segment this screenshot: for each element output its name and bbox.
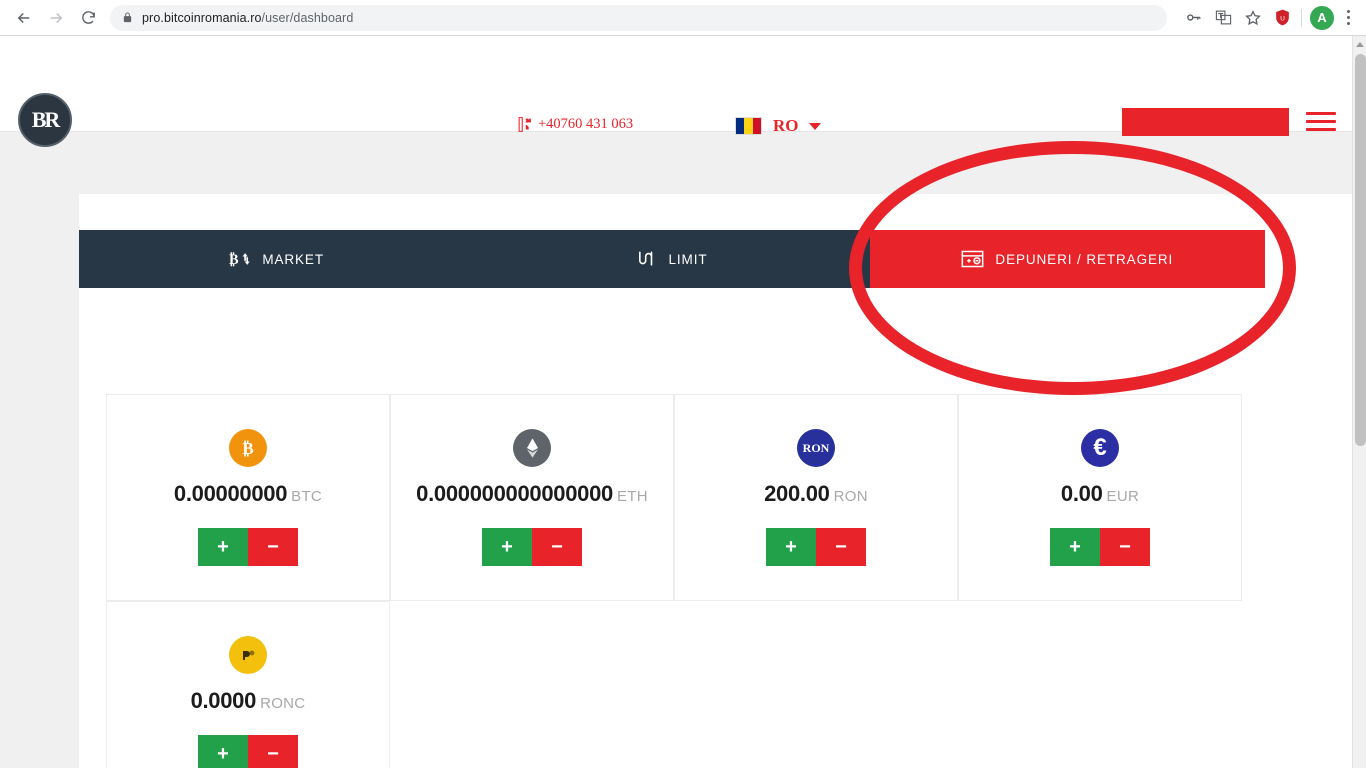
page-scrollbar[interactable]	[1352, 36, 1366, 768]
avatar[interactable]: A	[1310, 5, 1334, 30]
deposit-button-btc[interactable]: +	[198, 528, 248, 566]
withdraw-button-ron[interactable]: −	[816, 528, 866, 566]
password-key-icon[interactable]	[1179, 4, 1207, 32]
bookmark-star-icon[interactable]	[1239, 4, 1267, 32]
page-viewport: BR 24h +40760 431 063 RO Salut, ₿ MARKET	[0, 36, 1366, 768]
logo-text: BR	[31, 107, 61, 132]
back-arrow-icon[interactable]	[8, 2, 40, 34]
phone-24h-icon: 24 h	[516, 116, 531, 133]
deposit-button-ronc[interactable]: +	[198, 735, 248, 768]
reload-icon[interactable]	[72, 2, 104, 34]
lock-icon	[122, 11, 133, 24]
bitcoin-coin-icon: ₿	[229, 429, 267, 467]
ronc-coin-icon	[229, 636, 267, 674]
withdraw-button-eur[interactable]: −	[1100, 528, 1150, 566]
euro-coin-icon: €	[1081, 429, 1119, 467]
balance-actions-eth: + −	[482, 528, 582, 566]
balance-amount: 0.00000000	[173, 481, 288, 506]
language-selector[interactable]: RO	[735, 116, 821, 136]
svg-text:U: U	[1280, 15, 1285, 22]
phone-number: +40760 431 063	[538, 116, 634, 132]
svg-text:h: h	[526, 125, 529, 130]
bitcoin-romania-logo[interactable]: BR	[18, 93, 72, 147]
balance-actions-ron: + −	[766, 528, 866, 566]
balance-card-ronc: 0.0000 RONC + −	[106, 601, 390, 768]
balance-card-btc: ₿ 0.00000000 BTC + −	[106, 394, 390, 601]
scroll-up-arrow-icon[interactable]	[1353, 36, 1366, 52]
balance-card-eur: € 0.00 EUR + −	[958, 394, 1242, 601]
svg-text:₿: ₿	[242, 439, 253, 458]
balance-value-ronc: 0.0000 RONC	[191, 688, 306, 714]
url-path: /user/dashboard	[261, 10, 354, 25]
balance-actions-eur: + −	[1050, 528, 1150, 566]
limit-order-chart-icon	[636, 249, 657, 269]
svg-text:24: 24	[526, 118, 531, 123]
balance-actions-ronc: + −	[198, 735, 298, 768]
chevron-down-icon	[808, 122, 821, 130]
address-bar[interactable]: pro.bitcoinromania.ro/user/dashboard	[110, 4, 1167, 31]
kebab-menu-icon[interactable]	[1336, 10, 1360, 25]
balance-amount: 200.00	[764, 481, 830, 506]
balance-currency: RONC	[260, 695, 306, 712]
avatar-initial: A	[1317, 10, 1327, 25]
balance-currency: RON	[833, 488, 868, 505]
balance-currency: EUR	[1106, 488, 1140, 505]
balance-amount: 0.000000000000000	[416, 481, 613, 506]
balance-value-eur: 0.00 EUR	[1061, 481, 1139, 507]
balance-actions-btc: + −	[198, 528, 298, 566]
ethereum-coin-icon	[513, 429, 551, 467]
support-phone[interactable]: 24 h +40760 431 063	[516, 116, 633, 133]
withdraw-button-btc[interactable]: −	[248, 528, 298, 566]
romania-flag-icon	[735, 117, 762, 135]
browser-toolbar: pro.bitcoinromania.ro/user/dashboard U A	[0, 0, 1366, 36]
browser-action-icons: U A	[1177, 4, 1366, 32]
balance-card-eth: 0.000000000000000 ETH + −	[390, 394, 674, 601]
username-redaction	[1122, 108, 1289, 136]
url-host: pro.bitcoinromania.ro	[142, 10, 262, 25]
balance-currency: ETH	[616, 488, 648, 505]
balance-value-btc: 0.00000000 BTC	[174, 481, 322, 507]
translate-icon[interactable]	[1209, 4, 1237, 32]
deposit-withdraw-card-icon	[961, 249, 984, 269]
tab-limit-label: LIMIT	[668, 251, 708, 267]
deposit-button-ron[interactable]: +	[766, 528, 816, 566]
balance-card-grid: ₿ 0.00000000 BTC + − 0.000000000000000 E…	[106, 394, 1242, 768]
balance-value-eth: 0.000000000000000 ETH	[416, 481, 648, 507]
balance-amount: 0.0000	[190, 688, 257, 713]
tab-market-label: MARKET	[262, 251, 324, 267]
toolbar-divider	[1301, 8, 1302, 27]
scrollbar-thumb[interactable]	[1355, 54, 1366, 446]
site-header: BR 24h +40760 431 063 RO Salut,	[0, 36, 1352, 147]
dashboard-tabs: ₿ MARKET LIMIT DEPUNERI / RETRAGERI	[79, 230, 1265, 288]
tab-market[interactable]: ₿ MARKET	[79, 230, 474, 288]
balance-currency: BTC	[291, 488, 323, 505]
svg-text:₿: ₿	[229, 252, 239, 268]
url-text: pro.bitcoinromania.ro/user/dashboard	[142, 11, 353, 25]
balance-value-ron: 200.00 RON	[764, 481, 868, 507]
language-code: RO	[773, 116, 799, 135]
tab-depuneri-retrageri[interactable]: DEPUNERI / RETRAGERI	[869, 230, 1265, 288]
balance-card-ron: RON 200.00 RON + −	[674, 394, 958, 601]
tab-depuneri-retrageri-label: DEPUNERI / RETRAGERI	[995, 251, 1174, 267]
balance-amount: 0.00	[1060, 481, 1103, 506]
hamburger-menu-icon[interactable]	[1306, 112, 1336, 131]
deposit-button-eur[interactable]: +	[1050, 528, 1100, 566]
extension-shield-icon[interactable]: U	[1269, 5, 1295, 31]
ron-coin-icon: RON	[797, 429, 835, 467]
tab-limit[interactable]: LIMIT	[474, 230, 869, 288]
deposit-button-eth[interactable]: +	[482, 528, 532, 566]
withdraw-button-ronc[interactable]: −	[248, 735, 298, 768]
bitcoin-exchange-icon: ₿	[229, 249, 251, 269]
forward-arrow-icon[interactable]	[40, 2, 72, 34]
withdraw-button-eth[interactable]: −	[532, 528, 582, 566]
